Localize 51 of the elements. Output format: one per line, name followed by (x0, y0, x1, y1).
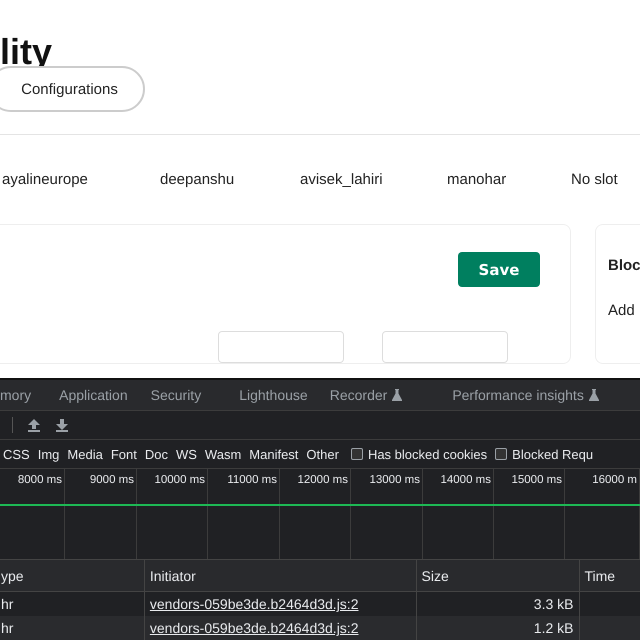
filter-button[interactable]: CSS (0, 444, 34, 464)
slot-name: manohar (447, 171, 506, 188)
slot-name: avisek_lahiri (300, 171, 383, 188)
devtools-tab[interactable]: Lighthouse (239, 380, 308, 410)
time-tick: 16000 m (565, 469, 640, 493)
checkbox[interactable] (495, 448, 508, 460)
table-cell: 1.2 kB (416, 616, 579, 640)
filter-button[interactable]: WS (172, 444, 201, 464)
column-header[interactable]: Size (416, 560, 579, 592)
slot-name: deepanshu (160, 171, 234, 188)
column-header[interactable]: Time (579, 560, 640, 592)
checkbox-label: Has blocked cookies (368, 446, 488, 462)
flask-icon (392, 389, 402, 401)
upload-icon[interactable] (27, 418, 41, 432)
download-icon[interactable] (55, 418, 69, 432)
time-tick: 8000 ms (0, 469, 65, 493)
filter-button[interactable]: Img (34, 444, 64, 464)
input-field[interactable] (218, 331, 344, 363)
card-title: Bloc (608, 257, 640, 274)
table-cell: hr (0, 616, 144, 640)
time-tick: 9000 ms (65, 469, 137, 493)
save-button[interactable]: Save (458, 252, 540, 287)
filter-button[interactable]: Manifest (245, 444, 302, 464)
filter-button[interactable]: Doc (140, 444, 172, 464)
filter-button[interactable]: Other (302, 444, 343, 464)
devtools-tab[interactable]: Security (150, 380, 202, 410)
column-header[interactable]: Initiator (144, 560, 416, 592)
time-tick: 15000 ms (494, 469, 565, 493)
slot-name: No slot (571, 171, 618, 188)
time-tick: 14000 ms (423, 469, 494, 493)
checkbox-label: Blocked Requ (512, 446, 594, 462)
time-tick: 11000 ms (208, 469, 280, 493)
card-text: Add (608, 302, 635, 319)
input-field[interactable] (382, 331, 508, 363)
configurations-button[interactable]: Configurations (0, 66, 145, 112)
devtools-tab[interactable]: Application (59, 380, 128, 410)
initiator-link[interactable]: vendors-059be3de.b2464d3d.js:2 (150, 620, 358, 636)
filter-button[interactable]: Wasm (200, 444, 246, 464)
devtools-tab[interactable]: Performance insights (452, 380, 599, 410)
time-tick: 13000 ms (351, 469, 423, 493)
initiator-link[interactable]: vendors-059be3de.b2464d3d.js:2 (150, 596, 358, 612)
time-tick: 10000 ms (137, 469, 208, 493)
flask-icon (588, 389, 599, 401)
devtools-tab[interactable]: Recorder (330, 380, 402, 410)
time-tick: 12000 ms (280, 469, 351, 493)
slot-name: ayalineurope (2, 171, 88, 188)
filter-button[interactable]: Font (106, 444, 141, 464)
column-header[interactable]: ype (0, 560, 144, 592)
devtools-tab[interactable]: mory (0, 380, 32, 410)
filter-button[interactable]: Media (63, 444, 107, 464)
checkbox[interactable] (350, 448, 363, 460)
